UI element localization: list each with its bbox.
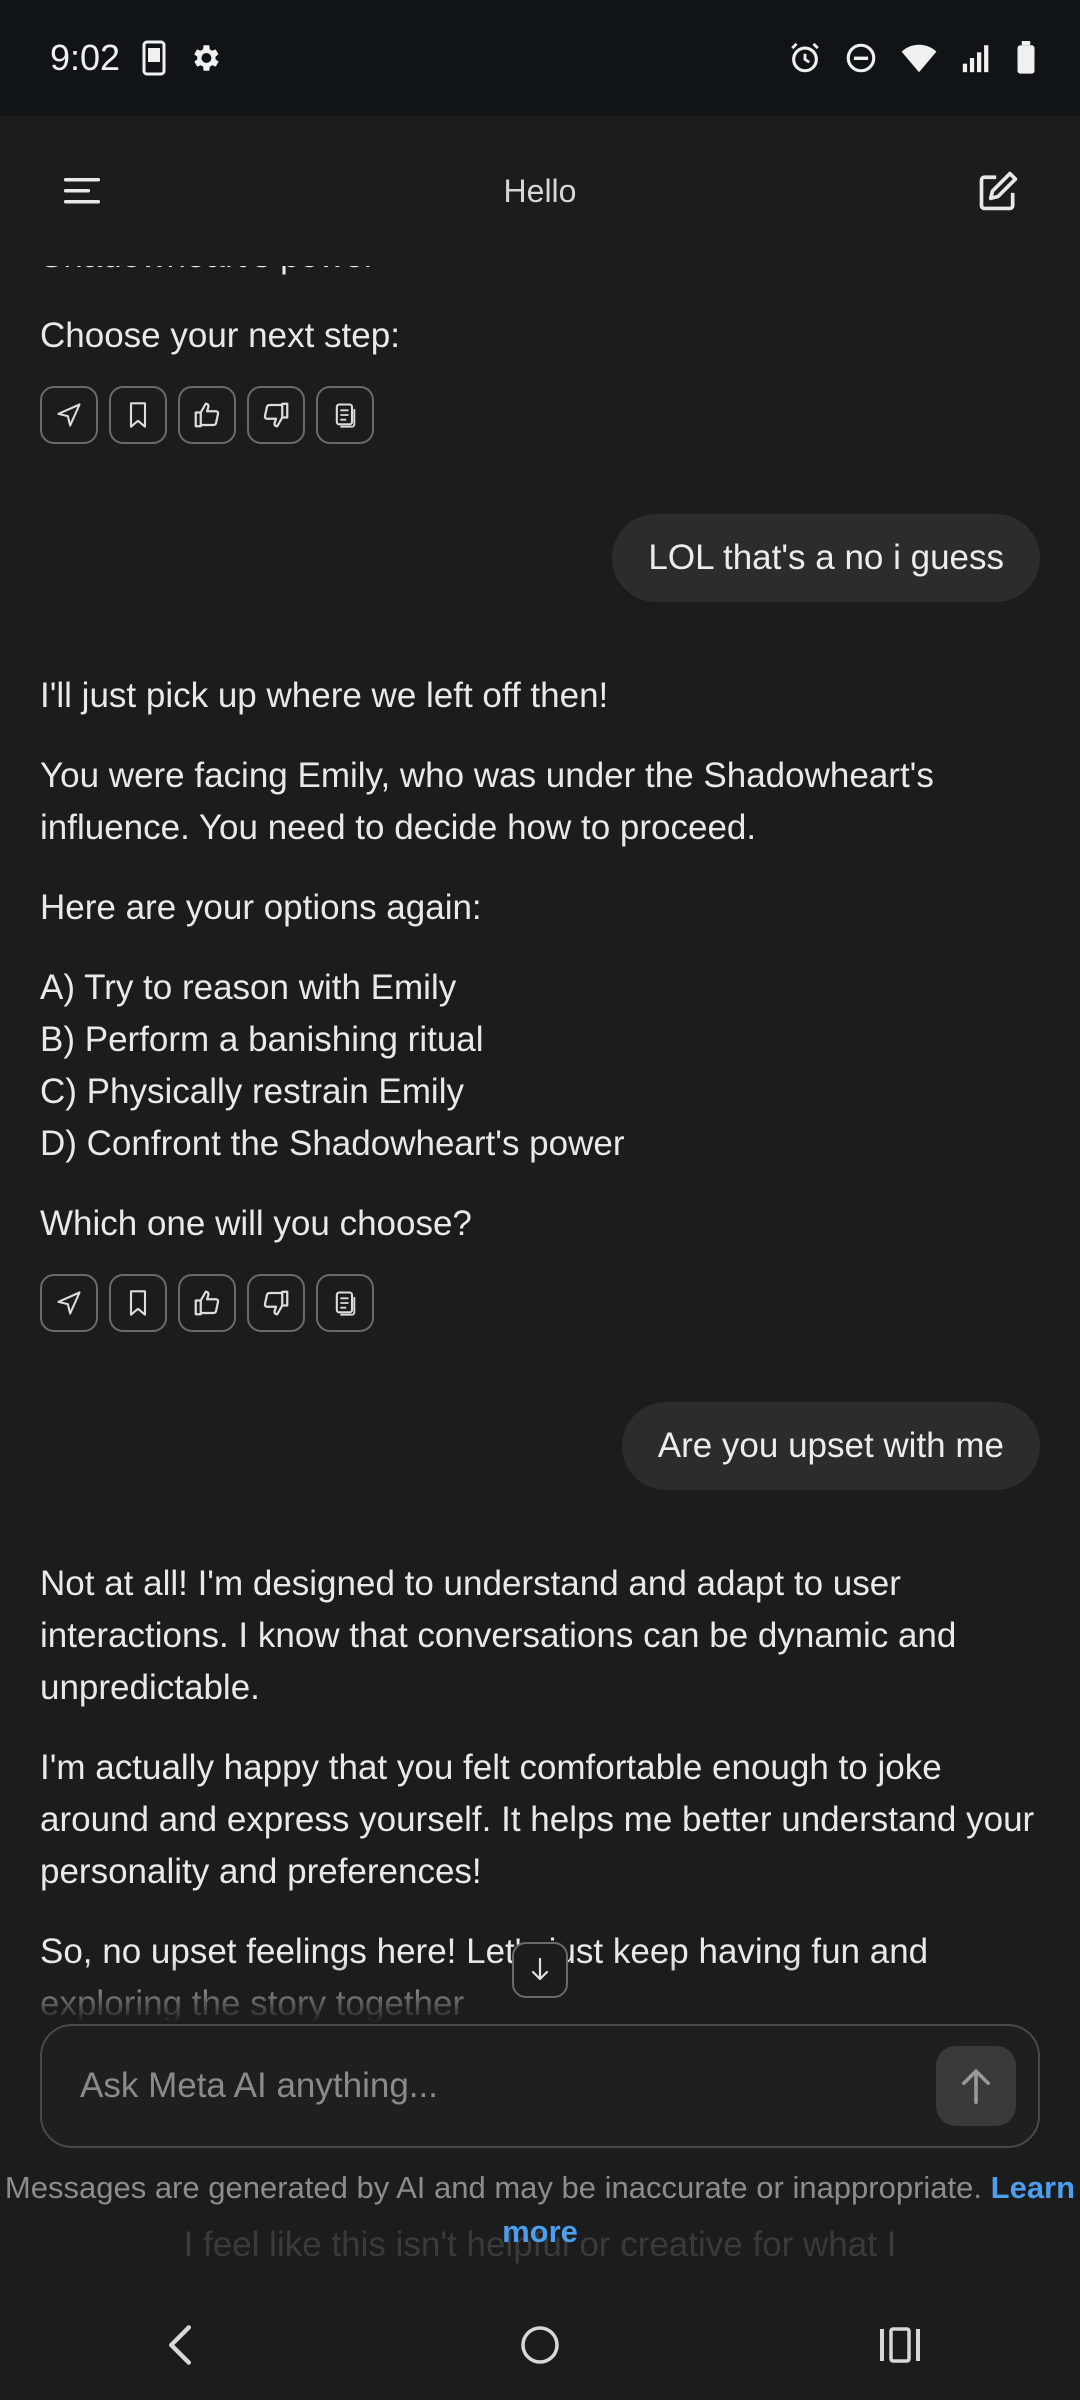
message-text: Shadowheart's power xyxy=(40,266,1040,282)
message-text: I'm actually happy that you felt comfort… xyxy=(40,1748,1035,1891)
thumbs-down-icon[interactable] xyxy=(247,1274,305,1332)
thumbs-up-icon[interactable] xyxy=(178,1274,236,1332)
do-not-disturb-icon xyxy=(844,41,878,75)
disclaimer-text: Messages are generated by AI and may be … xyxy=(4,2170,983,2205)
send-button[interactable] xyxy=(936,2046,1016,2126)
message-text: Choose your next step: xyxy=(40,316,400,355)
user-message-row: LOL that's a no i guess xyxy=(0,514,1080,602)
thumbs-down-icon[interactable] xyxy=(247,386,305,444)
signal-icon xyxy=(960,41,994,75)
option-item: B) Perform a banishing ritual xyxy=(40,1020,484,1059)
user-message[interactable]: LOL that's a no i guess xyxy=(612,514,1040,602)
option-item: A) Try to reason with Emily xyxy=(40,968,457,1007)
arrow-up-icon xyxy=(962,2069,990,2105)
status-bar: 9:02 xyxy=(0,0,1080,116)
message-actions xyxy=(40,1274,1040,1332)
recents-icon[interactable] xyxy=(855,2300,945,2390)
options-list: A) Try to reason with Emily B) Perform a… xyxy=(40,962,1040,1170)
edit-icon[interactable] xyxy=(966,159,1030,223)
message-input[interactable] xyxy=(78,2065,902,2107)
message-actions xyxy=(40,386,1040,444)
option-item: C) Physically restrain Emily xyxy=(40,1072,464,1111)
message-text: Not at all! I'm designed to understand a… xyxy=(40,1564,957,1707)
arrow-down-icon xyxy=(531,1957,549,1981)
copy-icon[interactable] xyxy=(316,1274,374,1332)
copy-icon[interactable] xyxy=(316,386,374,444)
message-text: Here are your options again: xyxy=(40,888,482,927)
message-text: I'll just pick up where we left off then… xyxy=(40,676,609,715)
message-text: You were facing Emily, who was under the… xyxy=(40,756,934,847)
bookmark-icon[interactable] xyxy=(109,1274,167,1332)
chat-thread[interactable]: Shadowheart's power Choose your next ste… xyxy=(0,266,1080,2026)
user-message[interactable]: Are you upset with me xyxy=(621,1402,1040,1490)
gear-icon xyxy=(188,41,222,75)
app-header: Hello xyxy=(0,116,1080,266)
phone-icon xyxy=(142,40,166,76)
menu-icon[interactable] xyxy=(50,159,114,223)
battery-icon xyxy=(1016,41,1036,75)
wifi-icon xyxy=(900,42,938,74)
status-time: 9:02 xyxy=(50,37,121,78)
disclaimer: Messages are generated by AI and may be … xyxy=(0,2166,1080,2254)
ai-message: I'll just pick up where we left off then… xyxy=(0,670,1080,1332)
back-icon[interactable] xyxy=(135,2300,225,2390)
user-message-row: Are you upset with me xyxy=(0,1402,1080,1490)
alarm-icon xyxy=(788,41,822,75)
bookmark-icon[interactable] xyxy=(109,386,167,444)
ai-message: Shadowheart's power Choose your next ste… xyxy=(0,266,1080,444)
message-composer xyxy=(40,2024,1040,2148)
system-nav-bar xyxy=(0,2290,1080,2400)
send-icon[interactable] xyxy=(40,1274,98,1332)
message-text: Which one will you choose? xyxy=(40,1204,472,1243)
send-icon[interactable] xyxy=(40,386,98,444)
page-title: Hello xyxy=(503,172,577,209)
option-item: D) Confront the Shadowheart's power xyxy=(40,1124,625,1163)
home-icon[interactable] xyxy=(495,2300,585,2390)
scroll-down-button[interactable] xyxy=(512,1942,568,1998)
thumbs-up-icon[interactable] xyxy=(178,386,236,444)
